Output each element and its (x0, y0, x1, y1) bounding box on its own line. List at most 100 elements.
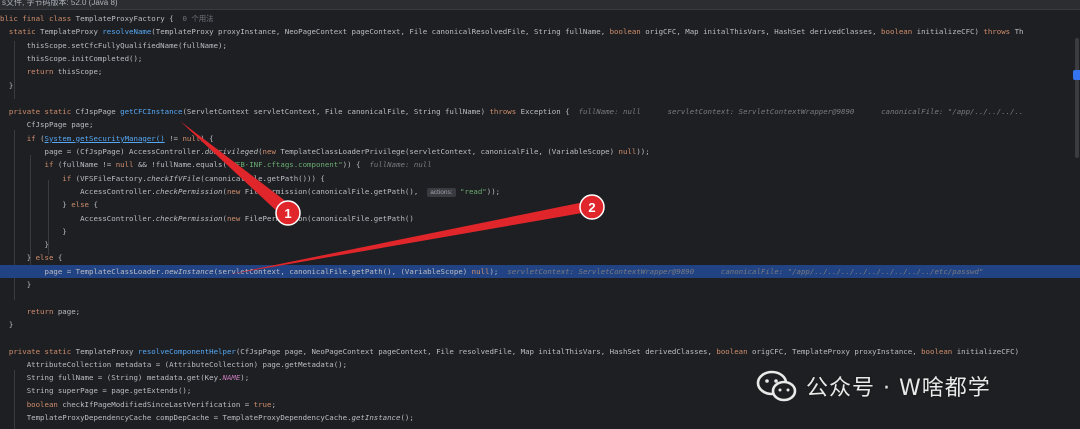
code-token: fullName: null (369, 160, 432, 170)
code-line[interactable]: TemplateProxyDependencyCache compDepCach… (0, 411, 1080, 424)
code-line[interactable]: } else { (0, 251, 1080, 264)
code-line[interactable] (0, 291, 1080, 304)
code-line[interactable]: CfJspPage page; (0, 118, 1080, 131)
code-token: null (618, 147, 637, 156)
code-token: boolean (881, 27, 917, 37)
watermark: 公众号 · W啥都学 (756, 366, 991, 406)
code-token: new (226, 213, 245, 223)
code-token: checkIfVFile (146, 173, 201, 183)
code-token: } (0, 80, 14, 90)
code-token: FilePermission(canonicalFile.getPath() (244, 213, 414, 223)
code-token: ); (489, 266, 508, 276)
code-token: NAME (222, 373, 241, 383)
code-token: { (93, 200, 98, 210)
code-token: page = (CfJspPage) AccessController. (0, 147, 205, 156)
code-line[interactable]: } (0, 278, 1080, 291)
code-token: doPrivileged (204, 147, 259, 156)
code-line-highlighted[interactable]: page = TemplateClassLoader.newInstance(s… (0, 264, 1080, 278)
code-line[interactable]: thisScope.setCfcFullyQualifiedName(fullN… (0, 39, 1080, 52)
code-token: TemplateProxy (75, 346, 138, 356)
code-token: checkPermission (155, 213, 223, 223)
code-line[interactable]: thisScope.initCompleted(); (0, 52, 1080, 65)
code-token: blic final class (0, 14, 76, 23)
code-token: )); (636, 147, 650, 156)
code-token: page = TemplateClassLoader. (0, 266, 165, 276)
code-line[interactable]: AccessController.checkPermission(new Fil… (0, 212, 1080, 225)
code-token: 0 个用法 (182, 14, 214, 23)
code-line[interactable]: AccessController.checkPermission(new Fil… (0, 185, 1080, 198)
code-token: checkIfPageModifiedSinceLastVerification… (62, 399, 254, 409)
code-token: (ServletContext servletContext, File can… (182, 107, 490, 117)
code-token: } (0, 226, 67, 236)
code-token: null (115, 160, 138, 170)
code-line[interactable]: if (VFSFileFactory.checkIfVFile(canonica… (0, 172, 1080, 185)
code-token: else (35, 253, 58, 263)
code-token: new (226, 186, 245, 196)
code-token: throws (489, 107, 521, 117)
code-token: null (182, 133, 201, 143)
watermark-text: 公众号 · W啥都学 (806, 376, 991, 401)
code-token: null (471, 266, 490, 276)
code-token: actions: (427, 187, 456, 197)
code-token: ; (271, 399, 276, 409)
code-line[interactable]: } (0, 238, 1080, 251)
code-token: CfJspPage page; (0, 120, 94, 130)
code-token: boolean (26, 399, 63, 409)
code-line[interactable]: } else { (0, 198, 1080, 211)
code-token: AccessController. (0, 213, 156, 223)
code-token: "read" (460, 186, 487, 196)
code-line[interactable]: private static TemplateProxy resolveComp… (0, 345, 1080, 358)
code-line[interactable] (0, 331, 1080, 344)
code-token: System.getSecurityManager() (44, 133, 165, 143)
code-token: Th (1014, 27, 1024, 37)
code-line[interactable]: } (0, 225, 1080, 238)
code-token: } (0, 240, 49, 250)
code-token: origCFC, TemplateProxy proxyInstance, (752, 346, 922, 356)
code-token: initializeCFC) (916, 27, 984, 37)
code-token: )); (486, 186, 501, 196)
code-line[interactable] (0, 92, 1080, 105)
code-token: } (0, 253, 36, 263)
code-line[interactable]: } (0, 318, 1080, 331)
code-line[interactable]: return page; (0, 305, 1080, 318)
side-panel-toggle-icon[interactable] (1073, 70, 1080, 80)
code-line[interactable]: blic final class TemplateProxyFactory { … (0, 12, 1080, 25)
code-line[interactable]: } (0, 79, 1080, 92)
code-token: && !fullName.equals( (137, 160, 227, 170)
code-token: CfJspPage (75, 107, 121, 117)
code-token: } (0, 280, 32, 289)
code-line[interactable]: return thisScope; (0, 65, 1080, 78)
code-token: != (164, 133, 183, 143)
code-token: )) { (342, 160, 370, 170)
code-line[interactable]: static TemplateProxy resolveName(Templat… (0, 25, 1080, 38)
code-token: ); (240, 373, 250, 383)
code-line[interactable]: private static CfJspPage getCFCInstance(… (0, 105, 1080, 118)
title-bar-text: s文件, 字节码版本: 52.0 (Java 8) (2, 0, 118, 7)
code-token: } (0, 200, 72, 210)
code-line[interactable]: if (fullName != null && !fullName.equals… (0, 158, 1080, 171)
code-token: resolveComponentHelper (137, 346, 236, 356)
code-token: origCFC, Map initalThisVars, HashSet der… (645, 27, 882, 37)
code-line[interactable]: page = (CfJspPage) AccessController.doPr… (0, 145, 1080, 158)
code-token: servletContext: ServletContextWrapper@98… (507, 266, 984, 276)
code-token: resolveName (102, 27, 152, 37)
code-line[interactable]: if (System.getSecurityManager() != null)… (0, 132, 1080, 145)
code-token: String superPage = page.getExtends(); (0, 386, 192, 396)
code-token: (TemplateProxy proxyInstance, NeoPageCon… (151, 27, 610, 37)
code-token: if (26, 133, 41, 143)
code-token: new (262, 147, 281, 156)
code-token: getCFCInstance (120, 107, 183, 117)
code-token: (VFSFileFactory. (75, 173, 147, 183)
code-token: FilePermission(canonicalFile.getPath(), (244, 186, 428, 196)
vertical-scrollbar[interactable] (1075, 38, 1079, 158)
code-token: initializeCFC) (956, 346, 1020, 356)
code-token: throws (983, 27, 1015, 37)
code-token: AttributeCollection metadata = (Attribut… (0, 359, 348, 369)
code-token: newInstance (164, 266, 214, 276)
